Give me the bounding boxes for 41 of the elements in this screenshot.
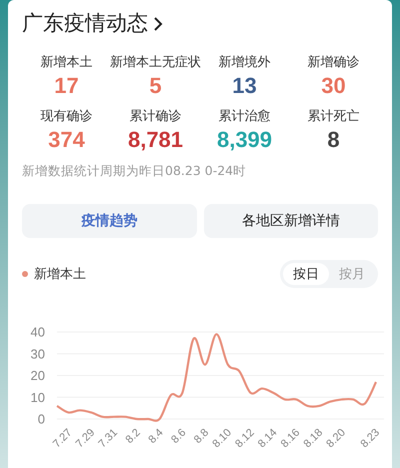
stat-label: 新增境外: [218, 54, 270, 72]
stat-label: 新增本土: [40, 54, 92, 72]
stat-label: 新增本土无症状: [110, 54, 201, 72]
stat-label: 新增确诊: [308, 54, 360, 72]
chevron-right-icon[interactable]: [152, 14, 164, 33]
x-axis-label: 8.8: [192, 426, 212, 446]
stat-label: 累计治愈: [218, 108, 270, 126]
stat-value: 17: [54, 72, 79, 100]
y-axis-label: 30: [30, 346, 45, 362]
stat-label: 累计确诊: [130, 108, 182, 126]
x-axis-label: 8.4: [146, 426, 166, 446]
x-axis-label: 7.31: [96, 426, 120, 451]
x-axis-label: 7.29: [74, 426, 98, 451]
stat-value: 30: [321, 72, 346, 100]
stat-value: 374: [48, 126, 85, 154]
y-axis-label: 40: [30, 324, 45, 340]
legend-label: 新增本土: [34, 266, 86, 284]
stat-label: 累计死亡: [308, 108, 360, 126]
stat-value: 8: [327, 126, 340, 154]
tab[interactable]: 疫情趋势: [22, 204, 196, 238]
tab[interactable]: 各地区新增详情: [204, 204, 378, 238]
stat-value: 8,781: [128, 126, 184, 154]
x-axis-label: 8.12: [233, 426, 257, 451]
x-axis-label: 8.6: [169, 426, 188, 446]
x-axis-label: 8.2: [124, 426, 143, 446]
card-title[interactable]: 广东疫情动态: [22, 8, 148, 40]
y-axis-label: 20: [30, 368, 45, 384]
x-axis-label: 8.16: [278, 426, 302, 451]
stat-value: 5: [149, 72, 162, 100]
x-axis-label: 8.23: [358, 426, 382, 451]
stat-label: 现有确诊: [40, 108, 92, 126]
y-axis-label: 10: [30, 390, 45, 405]
x-axis-label: 8.14: [256, 426, 280, 451]
stat-value: 8,399: [216, 126, 272, 154]
x-axis-label: 8.10: [210, 426, 234, 451]
y-axis-label: 0: [38, 412, 45, 427]
x-axis-label: 8.18: [302, 426, 326, 451]
stat-value: 13: [232, 72, 257, 100]
toggle-option[interactable]: 按日: [283, 263, 329, 286]
x-axis-label: 8.20: [324, 426, 348, 451]
note-text: 新增数据统计周期为昨日08.23 0-24时: [22, 162, 248, 180]
